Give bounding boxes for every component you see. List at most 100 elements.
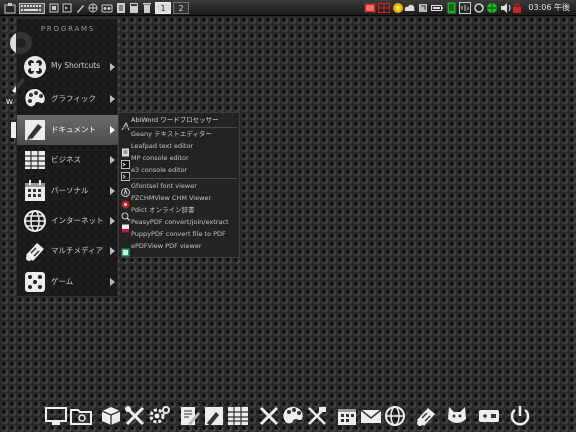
keyboard-icon[interactable] [19, 2, 45, 14]
trash-icon[interactable] [142, 2, 152, 14]
network-icon[interactable] [364, 2, 376, 14]
weather-icon[interactable] [392, 2, 404, 14]
submenu-item-epdfview[interactable]: ePDFView PDF viewer [119, 241, 241, 257]
submenu-item-abiword[interactable]: AbiWord ワードプロセッサー [119, 115, 241, 131]
battery-icon[interactable] [431, 2, 443, 14]
menu-item-label: グラフィック [51, 94, 96, 103]
spreadsheet-icon [23, 148, 47, 172]
clock[interactable]: 03:06 午後 [528, 2, 570, 14]
submenu-item-label: PeasyPDF convert/join/extract [131, 218, 229, 226]
calendar-icon[interactable] [336, 405, 358, 427]
menu-item-label: マルチメディア [51, 246, 103, 255]
menu-title: PROGRAMS [40, 25, 96, 33]
font-icon [121, 182, 130, 197]
speaker-icon[interactable] [500, 2, 512, 14]
keyboard-layout-icon[interactable] [418, 2, 428, 14]
terminal-icon[interactable] [62, 2, 72, 14]
tools-icon[interactable] [124, 405, 146, 427]
menu-item-label: パーソナル [51, 186, 89, 195]
monitor-icon[interactable] [45, 405, 67, 427]
menu-item-label: ドキュメント [51, 125, 96, 134]
box-icon[interactable] [100, 405, 122, 427]
browser-icon[interactable] [88, 2, 98, 14]
menu-item-multimedia[interactable]: マルチメディア [17, 236, 119, 266]
drive-icon[interactable] [478, 405, 500, 427]
workspace-button-1[interactable]: 1 [155, 2, 171, 14]
pencil-ruler-icon[interactable] [258, 405, 280, 427]
scissors-icon[interactable] [306, 405, 328, 427]
chevron-right-icon [110, 126, 115, 134]
chevron-right-icon [110, 187, 115, 195]
lock-icon[interactable] [512, 2, 522, 14]
dictionary-icon [121, 206, 130, 221]
geany-icon [121, 130, 130, 139]
multimedia-icon [23, 239, 47, 263]
submenu-separator [123, 178, 237, 179]
menu-item-label: ゲーム [51, 277, 74, 286]
submenu-item-pdict[interactable]: Pdict オンライン辞書 [119, 205, 241, 221]
submenu-item-label: ePDFView PDF viewer [131, 242, 202, 250]
submenu-item-label: Pdict オンライン辞書 [131, 206, 195, 214]
pdf-icon [121, 218, 130, 233]
documents-submenu: AbiWord ワードプロセッサー Geany テキストエディター Leafpa… [118, 112, 240, 258]
menu-item-business[interactable]: ビジネス [17, 145, 119, 175]
document-icon [23, 118, 47, 142]
submenu-item-leafpad[interactable]: Leafpad text editor [119, 141, 241, 157]
cloud-icon[interactable] [404, 2, 416, 14]
submenu-item-mp-console[interactable]: MP console editor [119, 153, 241, 169]
submenu-item-gfontsel[interactable]: Gfontsel font viewer [119, 181, 241, 197]
menu-item-my-shortcuts[interactable]: My Shortcuts [17, 52, 119, 82]
calendar-icon [23, 179, 47, 203]
submenu-item-peasypdf[interactable]: PeasyPDF convert/join/extract [119, 217, 241, 233]
chevron-right-icon [110, 247, 115, 255]
sync-icon[interactable] [473, 2, 485, 14]
shortcuts-icon [23, 55, 47, 79]
drive-icon[interactable] [101, 2, 113, 14]
home-icon[interactable] [4, 2, 16, 14]
power-icon[interactable] [509, 405, 531, 427]
edit-icon[interactable] [75, 2, 85, 14]
menu-item-games[interactable]: ゲーム [17, 267, 119, 297]
submenu-item-label: e3 console editor [131, 166, 188, 174]
globe-icon [23, 209, 47, 233]
menu-item-graphics[interactable]: グラフィック [17, 84, 119, 114]
multimedia-icon[interactable] [415, 405, 437, 427]
leafpad-icon [121, 142, 130, 157]
globe-icon[interactable] [384, 405, 406, 427]
abiword-icon [121, 116, 130, 131]
menu-item-label: ビジネス [51, 155, 81, 164]
network-status-icon[interactable] [486, 2, 498, 14]
chm-icon [121, 194, 130, 209]
palette-icon [23, 87, 47, 111]
submenu-item-geany[interactable]: Geany テキストエディター [119, 129, 241, 140]
document-edit-icon[interactable] [178, 405, 200, 427]
cat-icon[interactable] [446, 405, 468, 427]
notes-icon[interactable] [116, 2, 126, 14]
palette-icon[interactable] [282, 405, 304, 427]
menu-item-documents[interactable]: ドキュメント [17, 115, 119, 145]
dice-icon [23, 270, 47, 294]
spreadsheet-icon[interactable] [227, 405, 249, 427]
submenu-item-puppypdf[interactable]: PuppyPDF convert file to PDF [119, 229, 241, 240]
programs-menu: PROGRAMS My Shortcuts グラフィック ドキュメント ビジネス… [16, 18, 119, 297]
document-icon[interactable] [203, 405, 225, 427]
submenu-item-label: Geany テキストエディター [131, 130, 212, 138]
calculator-icon[interactable] [129, 2, 139, 14]
fullscreen-icon[interactable] [49, 2, 59, 14]
submenu-item-label: AbiWord ワードプロセッサー [131, 116, 219, 124]
submenu-item-label: PuppyPDF convert file to PDF [131, 230, 226, 238]
top-panel: 1 2 03:06 午後 [0, 0, 576, 16]
sound-mixer-icon[interactable] [459, 2, 471, 14]
submenu-item-pzchmview[interactable]: PZCHMView CHM Viewer [119, 193, 241, 209]
update-icon[interactable] [447, 2, 456, 14]
menu-item-internet[interactable]: インターネット [17, 206, 119, 236]
workspace-button-2[interactable]: 2 [173, 2, 189, 14]
folder-icon[interactable] [70, 405, 92, 427]
submenu-separator [123, 127, 237, 128]
menu-item-personal[interactable]: パーソナル [17, 176, 119, 206]
settings-icon[interactable] [148, 405, 170, 427]
firewall-icon[interactable] [378, 2, 390, 14]
submenu-item-e3-console[interactable]: e3 console editor [119, 165, 241, 181]
menu-item-label: My Shortcuts [51, 61, 101, 70]
mail-icon[interactable] [360, 405, 382, 427]
